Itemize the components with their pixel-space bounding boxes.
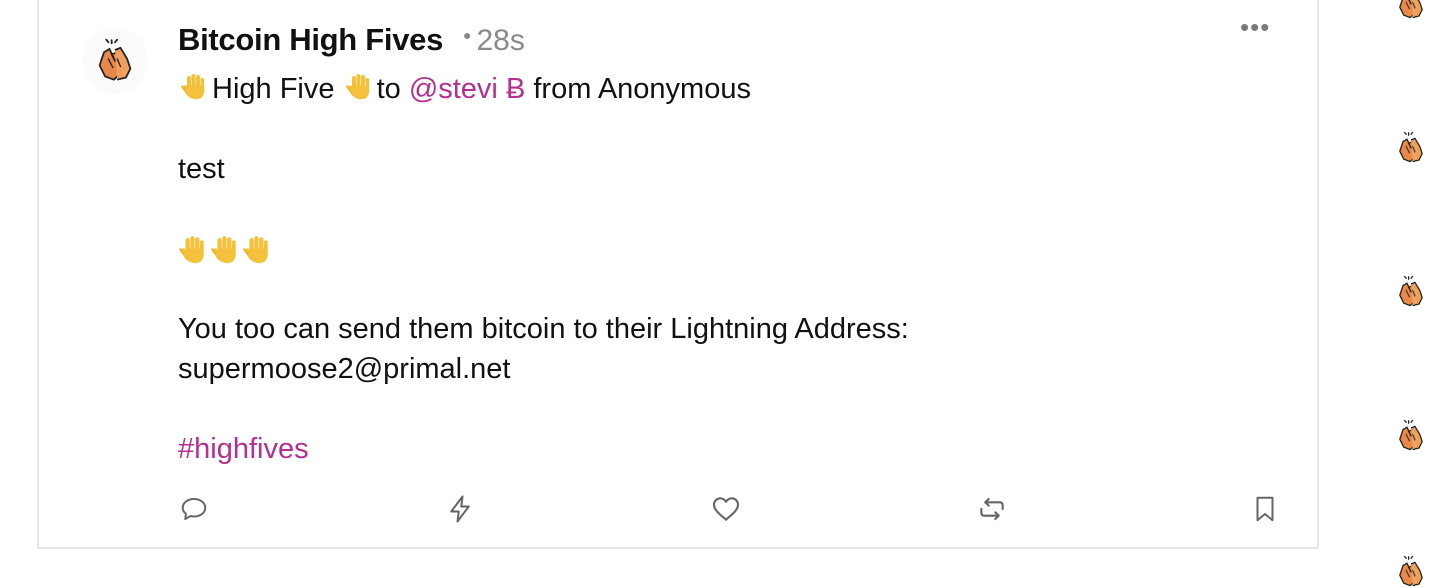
raised-hands-row bbox=[178, 229, 274, 269]
more-dots-icon[interactable]: ••• bbox=[1240, 12, 1270, 43]
zap-icon bbox=[450, 495, 470, 523]
hashtag-link[interactable]: #highfives bbox=[178, 429, 309, 469]
high-five-emoji-icon[interactable] bbox=[1395, 556, 1427, 588]
waving-hand-icon bbox=[345, 72, 375, 102]
high-five-emoji-icon[interactable] bbox=[1395, 0, 1427, 20]
raised-hand-icon bbox=[178, 234, 210, 266]
heart-icon bbox=[712, 497, 740, 521]
separator-dot: ● bbox=[463, 27, 472, 43]
repost-button[interactable] bbox=[976, 493, 1008, 525]
author-name[interactable]: Bitcoin High Fives bbox=[178, 22, 443, 58]
lightning-address-value: supermoose2@primal.net bbox=[178, 353, 511, 385]
lightning-address-text: You too can send them bitcoin to their L… bbox=[178, 313, 909, 345]
post-line-high-five: High Five to @stevi Ƀ from Anonymous bbox=[178, 69, 751, 109]
high-five-emoji-icon[interactable] bbox=[1395, 276, 1427, 308]
mention-link[interactable]: @stevi bbox=[409, 73, 498, 105]
repost-icon bbox=[980, 497, 1004, 521]
avatar[interactable] bbox=[82, 28, 148, 94]
high-five-emoji-icon bbox=[93, 39, 137, 83]
bookmark-button[interactable] bbox=[1249, 493, 1281, 525]
high-five-emoji-icon[interactable] bbox=[1395, 420, 1427, 452]
bookmark-icon bbox=[1256, 496, 1274, 522]
reply-icon bbox=[181, 498, 207, 520]
like-button[interactable] bbox=[710, 493, 742, 525]
from-text: from Anonymous bbox=[533, 73, 751, 105]
post-header: Bitcoin High Fives ● 28s bbox=[178, 22, 525, 58]
high-five-emoji-icon[interactable] bbox=[1395, 132, 1427, 164]
zap-button[interactable] bbox=[444, 493, 476, 525]
reply-button[interactable] bbox=[178, 493, 210, 525]
waving-hand-icon bbox=[180, 72, 210, 102]
post-time[interactable]: 28s bbox=[477, 24, 525, 58]
post-body-text: test bbox=[178, 153, 225, 185]
bitcoin-symbol: Ƀ bbox=[505, 73, 526, 105]
raised-hand-icon bbox=[242, 234, 274, 266]
high-five-text: High Five bbox=[212, 73, 335, 105]
raised-hand-icon bbox=[210, 234, 242, 266]
to-text: to bbox=[376, 73, 401, 105]
